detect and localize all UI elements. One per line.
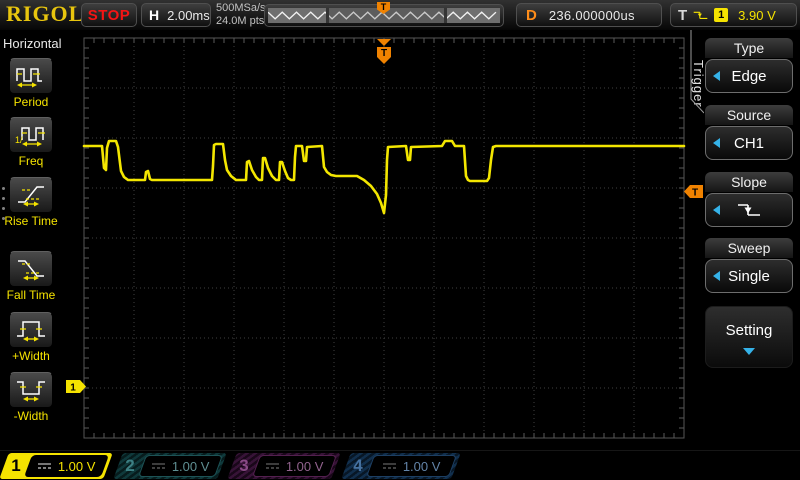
left-menu-item-period: Period (0, 58, 62, 109)
left-menu-item-rise-time: Rise Time (0, 177, 62, 228)
horizontal-timebase[interactable]: H 2.00ms (141, 3, 211, 27)
ch2-panel: 1.00 V (138, 455, 223, 477)
minus-width-icon (14, 377, 48, 403)
trigger-label: T (678, 7, 687, 24)
sample-rate: 500MSa/s (216, 2, 266, 15)
left-menu-title: Horizontal (3, 36, 62, 51)
period-label: Period (0, 95, 62, 109)
rise-time-button[interactable] (9, 177, 53, 213)
window-right-edge (444, 8, 447, 23)
waveform-display[interactable] (62, 30, 690, 450)
minus-width-button[interactable] (9, 372, 53, 408)
dc-coupling-icon (37, 461, 52, 471)
ch2-scale: 1.00 V (172, 459, 210, 474)
setting-button[interactable]: Setting (705, 306, 793, 368)
horizontal-label: H (149, 7, 159, 23)
source-value-button[interactable]: CH1 (705, 126, 793, 160)
sweep-label: Sweep (705, 238, 793, 258)
delay-readout[interactable]: D 236.000000us (516, 3, 662, 27)
falling-edge-slope-icon (736, 201, 762, 219)
delay-value: 236.000000us (549, 8, 635, 23)
left-menu-item-fall-time: Fall Time (0, 251, 62, 302)
period-icon (14, 63, 48, 89)
delay-label: D (526, 7, 537, 24)
oscilloscope-screen: RIGOL STOP H 2.00ms 500MSa/s 24.0M pts T… (0, 0, 800, 480)
freq-label: Freq (0, 154, 62, 168)
run-stop-status[interactable]: STOP (81, 3, 137, 27)
source-value: CH1 (734, 135, 764, 152)
softkey-arrow-icon (713, 205, 720, 215)
top-bar: RIGOL STOP H 2.00ms 500MSa/s 24.0M pts T… (0, 0, 800, 30)
type-label: Type (705, 38, 793, 58)
rise-time-icon (14, 182, 48, 208)
softkey-arrow-icon (713, 138, 720, 148)
horizontal-measure-menu: Horizontal Period 1/ (0, 30, 63, 450)
channel-2-status[interactable]: 2 1.00 V (113, 453, 226, 479)
source-label: Source (705, 105, 793, 125)
plus-width-icon (14, 317, 48, 343)
dc-coupling-icon (151, 461, 166, 471)
trigger-sweep-group: Sweep Single (705, 238, 793, 293)
period-button[interactable] (9, 58, 53, 94)
type-value-button[interactable]: Edge (705, 59, 793, 93)
ch1-scale: 1.00 V (58, 459, 96, 474)
left-menu-item-freq: 1/ Freq (0, 117, 62, 168)
falling-edge-icon (693, 8, 708, 22)
menu-scroll-dots (2, 180, 5, 227)
trigger-source-badge: 1 (714, 8, 728, 22)
trigger-readout[interactable]: T 1 3.90 V (670, 3, 797, 27)
svg-text:1/: 1/ (15, 135, 23, 145)
ch3-scale: 1.00 V (286, 459, 324, 474)
slope-value-button[interactable] (705, 193, 793, 227)
timebase-value: 2.00ms (167, 8, 210, 23)
rise-time-label: Rise Time (0, 214, 62, 228)
softkey-arrow-icon (713, 71, 720, 81)
sweep-value-button[interactable]: Single (705, 259, 793, 293)
channel-status-bar: 1 1.00 V 2 1.00 V 3 (0, 450, 800, 480)
fall-time-button[interactable] (9, 251, 53, 287)
type-value: Edge (731, 68, 766, 85)
slope-label: Slope (705, 172, 793, 192)
rigol-logo: RIGOL (6, 1, 84, 27)
ch1-panel: 1.00 V (24, 455, 109, 477)
channel-1-status[interactable]: 1 1.00 V (0, 453, 113, 479)
trigger-level-value: 3.90 V (738, 8, 776, 23)
left-menu-item-minus-width: -Width (0, 372, 62, 423)
trigger-type-group: Type Edge (705, 38, 793, 93)
dc-coupling-icon (382, 461, 397, 471)
freq-icon: 1/ (14, 122, 48, 148)
channel-4-status[interactable]: 4 1.00 V (341, 453, 460, 479)
trigger-menu-tab: Trigger (691, 60, 706, 108)
trigger-slope-group: Slope (705, 172, 793, 227)
ch4-panel: 1.00 V (366, 455, 457, 477)
dc-coupling-icon (265, 461, 280, 471)
plus-width-label: +Width (0, 349, 62, 363)
plus-width-button[interactable] (9, 312, 53, 348)
acquisition-info: 500MSa/s 24.0M pts (216, 2, 266, 28)
chevron-down-icon (743, 348, 755, 355)
memory-depth: 24.0M pts (216, 15, 266, 28)
fall-time-icon (14, 256, 48, 282)
trigger-source-group: Source CH1 (705, 105, 793, 160)
ch3-panel: 1.00 V (252, 455, 337, 477)
sweep-value: Single (728, 268, 770, 285)
freq-button[interactable]: 1/ (9, 117, 53, 153)
softkey-arrow-icon (713, 271, 720, 281)
setting-label: Setting (706, 322, 792, 339)
left-menu-item-plus-width: +Width (0, 312, 62, 363)
minus-width-label: -Width (0, 409, 62, 423)
trigger-menu: Trigger Type Edge Source CH1 Slope (690, 30, 800, 450)
ch4-scale: 1.00 V (403, 459, 441, 474)
fall-time-label: Fall Time (0, 288, 62, 302)
channel-3-status[interactable]: 3 1.00 V (227, 453, 340, 479)
